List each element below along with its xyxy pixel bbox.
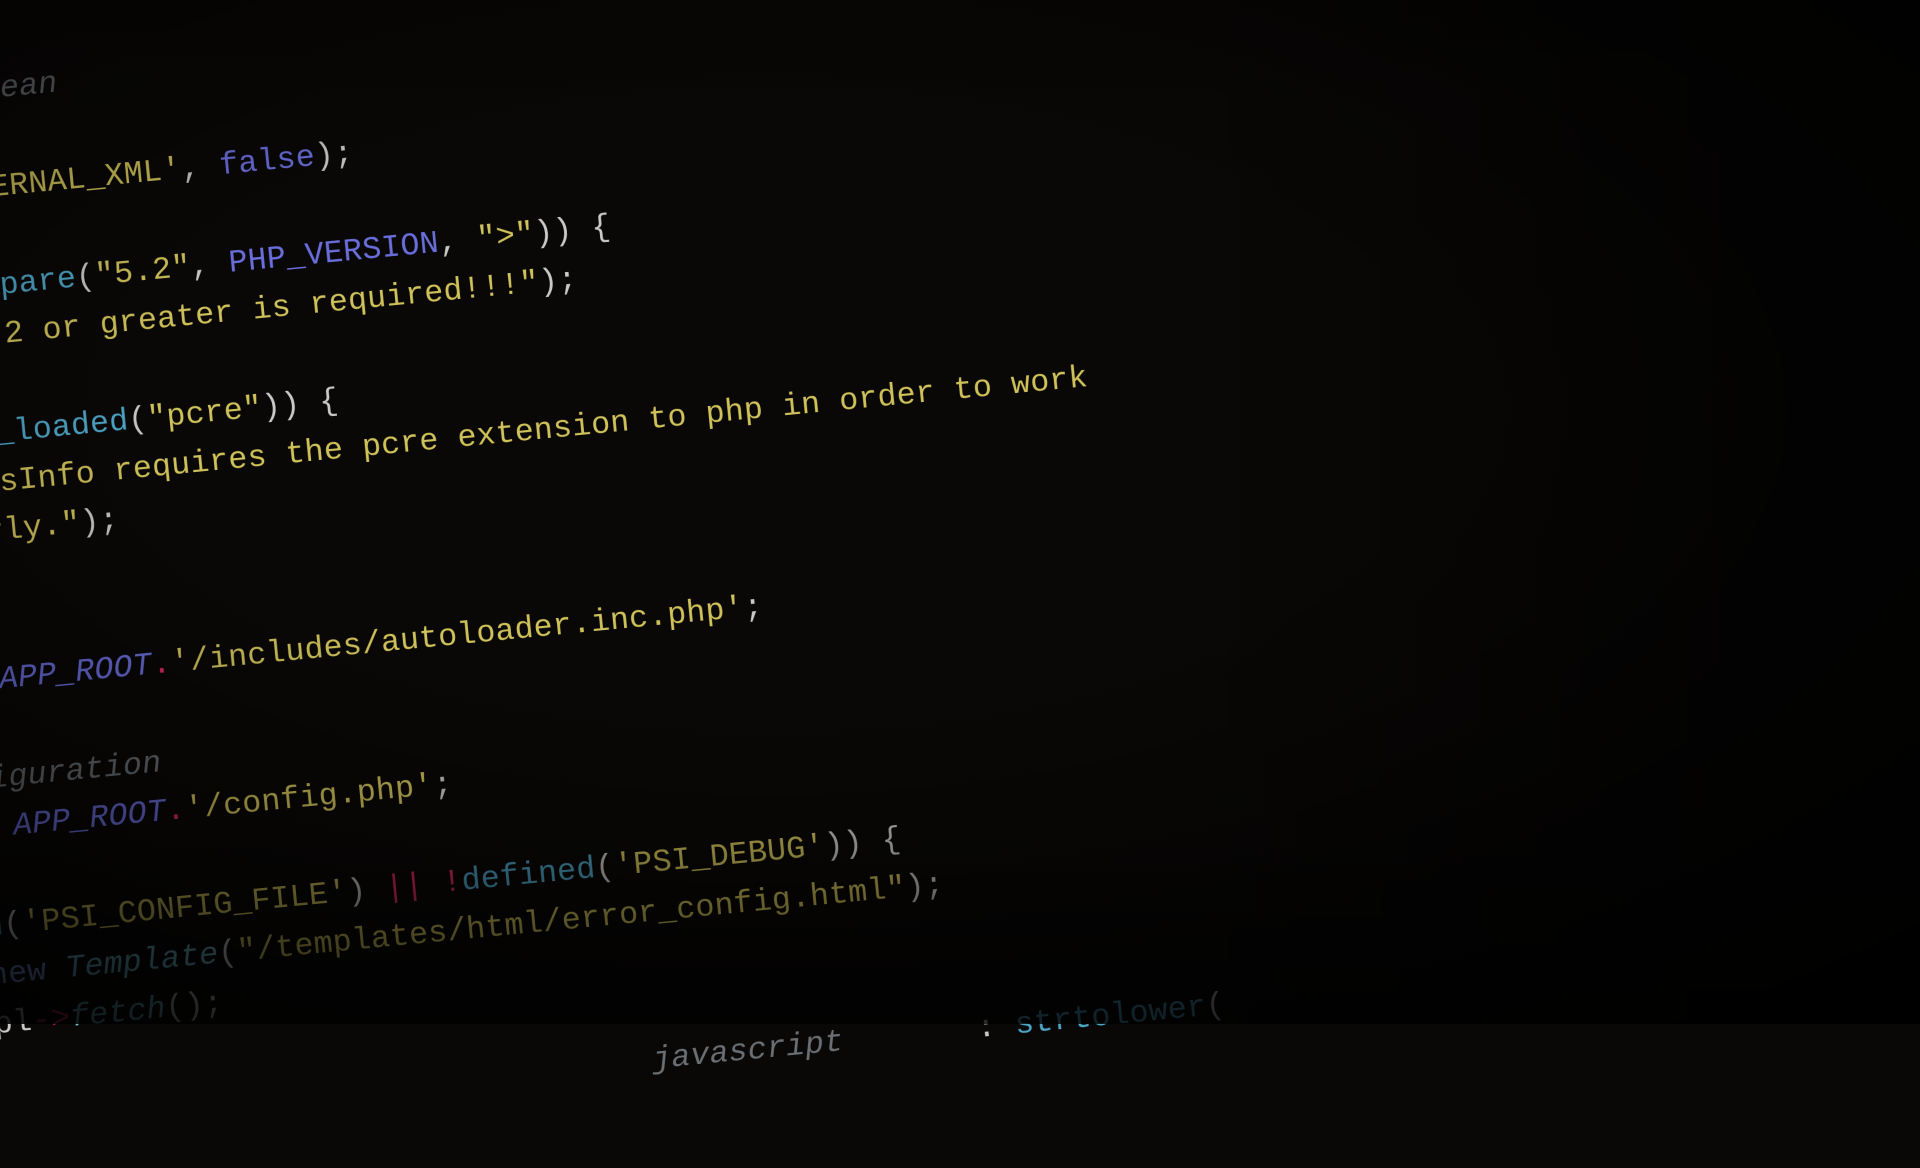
token-const: PHP_VERSION xyxy=(227,226,440,282)
token-string: 'PSI_INTERNAL_XML' xyxy=(0,153,183,222)
token-punct: ; xyxy=(332,136,355,173)
token-punct: ; xyxy=(98,503,121,540)
token-builtin: strtolower xyxy=(1013,989,1207,1043)
token-punct: ; xyxy=(923,867,946,904)
token-string: "phpSysInfo requires the pcre extension … xyxy=(0,361,1089,512)
token-punct: , xyxy=(180,149,222,188)
token-plain xyxy=(0,1043,654,1159)
token-punct: () xyxy=(164,988,206,1027)
code-line: define('PSI_INTERNAL_XML', false); xyxy=(0,136,355,234)
token-punct: ( xyxy=(1204,988,1227,1025)
token-builtin: defined xyxy=(460,851,597,899)
code-viewport: * extern * @var boolean */ define('PSI_I… xyxy=(0,0,1920,1168)
token-const2: APP_ROOT xyxy=(0,648,154,698)
token-bool: false xyxy=(218,140,317,185)
token-punct: { xyxy=(861,822,903,861)
token-punct: ; xyxy=(432,767,455,804)
token-const2: APP_ROOT xyxy=(12,794,168,844)
token-string: "pcre" xyxy=(146,391,264,438)
token-string: ">" xyxy=(475,217,536,258)
token-punct: ; xyxy=(202,986,225,1023)
token-comment: javascript xyxy=(651,1024,845,1078)
token-punct: { xyxy=(571,210,613,249)
token-var: $tpl xyxy=(0,1004,34,1047)
token-punct: { xyxy=(299,384,341,423)
token-punct: ; xyxy=(556,262,579,299)
code-block: * extern * @var boolean */ define('PSI_I… xyxy=(0,0,1920,1168)
token-punct: )) xyxy=(533,213,575,252)
code-line: echo $tpl->fetch(); xyxy=(0,986,225,1064)
token-builtin-i: fetch xyxy=(69,991,168,1036)
token-keyword2: new xyxy=(0,953,48,994)
token-string: 'PSI_DEBUG' xyxy=(613,829,826,885)
token-punct: )) xyxy=(823,826,865,865)
token-string: "5.2" xyxy=(94,250,193,295)
token-punct: , xyxy=(189,247,231,286)
token-string: '/includes/autoloader.inc.php' xyxy=(169,591,745,682)
token-op: -> xyxy=(30,1000,72,1039)
token-plain xyxy=(842,1013,960,1060)
token-op: || xyxy=(384,868,426,907)
token-punct: ; xyxy=(742,589,765,626)
code-line: properly."); xyxy=(0,503,120,575)
token-builtin-i: Template xyxy=(64,937,220,987)
token-punct: )) xyxy=(260,387,302,426)
code-line: die("phpSysInfo requires the pcre extens… xyxy=(0,361,1089,527)
code-line: * @var boolean xyxy=(0,66,59,136)
code-line: require_once APP_ROOT.'/includes/autoloa… xyxy=(0,589,765,722)
token-string: '/config.php' xyxy=(183,768,435,827)
token-punct: , xyxy=(437,223,479,262)
token-string: properly." xyxy=(0,507,82,561)
token-punct: : xyxy=(956,1008,1017,1049)
token-doc: boolean xyxy=(0,66,59,114)
